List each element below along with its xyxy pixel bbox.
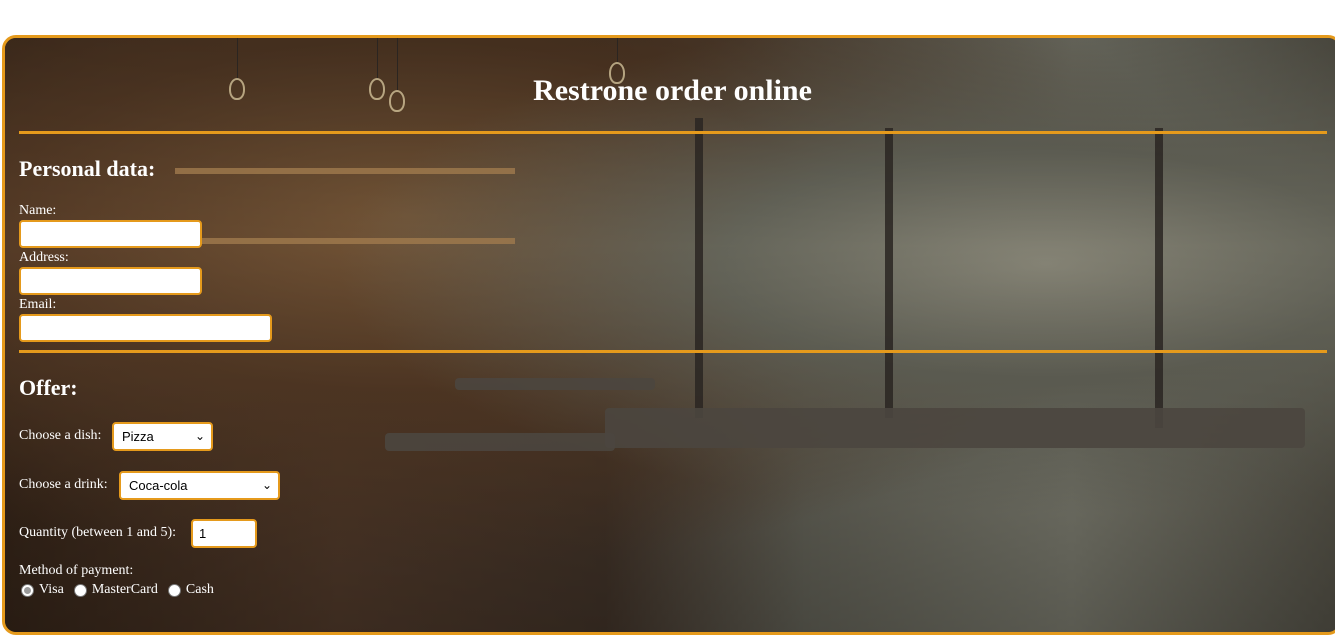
quantity-label: Quantity (between 1 and 5): [19, 525, 177, 540]
order-form-panel: Restrone order online Personal data: Nam… [2, 35, 1335, 635]
drink-select-value: Coca-cola [129, 478, 188, 493]
dish-label: Choose a dish: [19, 428, 102, 443]
divider [19, 131, 1327, 134]
email-label: Email: [19, 297, 57, 312]
name-field[interactable] [19, 220, 202, 248]
personal-data-heading: Personal data: [19, 156, 156, 181]
quantity-input[interactable]: 1 [191, 519, 257, 548]
address-label: Address: [19, 250, 69, 265]
visa-radio[interactable] [21, 583, 34, 597]
chevron-down-icon: ⌄ [194, 429, 205, 443]
chevron-down-icon: ⌄ [261, 478, 272, 492]
divider [19, 350, 1327, 353]
dish-select-value: Pizza [122, 429, 154, 444]
cash-radio[interactable] [167, 583, 181, 597]
drink-label: Choose a drink: [19, 477, 108, 492]
name-label: Name: [19, 203, 57, 218]
email-field[interactable] [19, 314, 272, 342]
dish-select[interactable]: Pizza ⌄ [112, 422, 213, 451]
visa-label: Visa [39, 582, 64, 597]
payment-label: Method of payment: [19, 563, 134, 578]
cash-label: Cash [185, 582, 214, 597]
payment-options: Visa MasterCard Cash [21, 582, 224, 598]
address-field[interactable] [19, 267, 202, 295]
mastercard-radio[interactable] [73, 583, 87, 597]
offer-heading: Offer: [19, 375, 78, 400]
drink-select[interactable]: Coca-cola ⌄ [119, 471, 280, 500]
mastercard-label: MasterCard [91, 582, 158, 597]
page-title: Restrone order online [533, 74, 812, 107]
